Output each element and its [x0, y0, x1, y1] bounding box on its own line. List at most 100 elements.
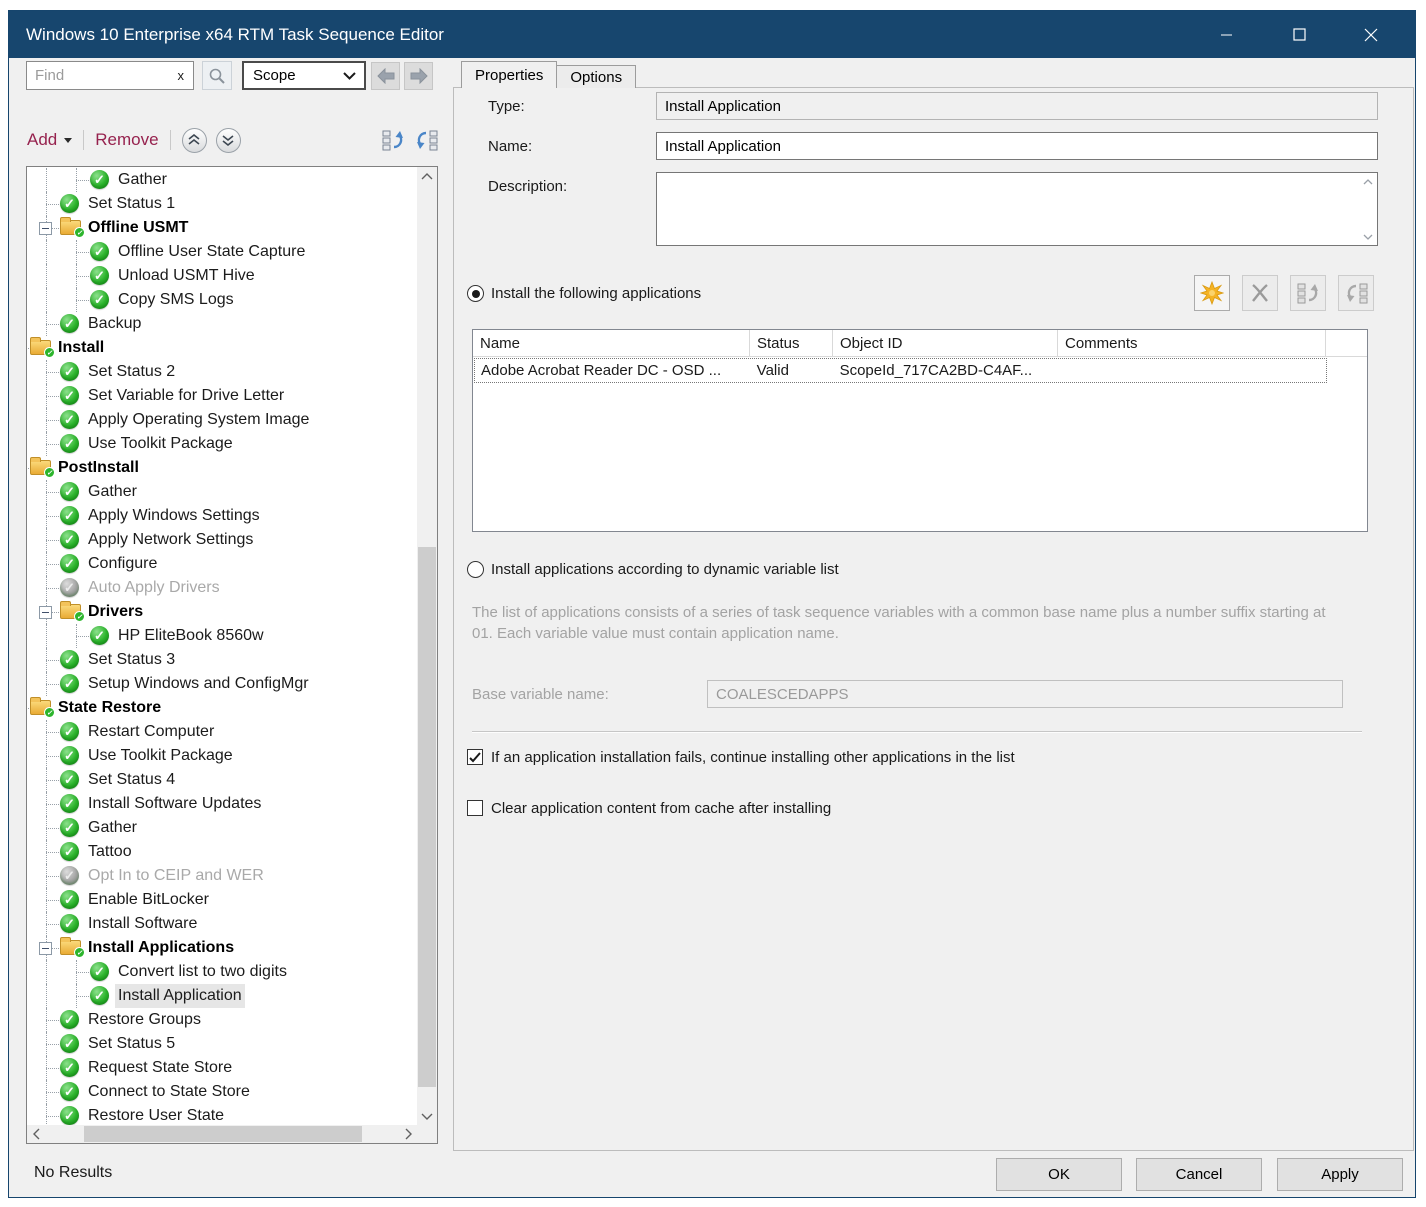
tree-guide-line: [46, 420, 59, 421]
minimize-button[interactable]: [1191, 11, 1263, 58]
tree-item[interactable]: Set Status 1: [27, 192, 417, 216]
tree-item[interactable]: Gather: [27, 480, 417, 504]
move-item-up-button[interactable]: [1290, 275, 1326, 311]
tree-item[interactable]: Opt In to CEIP and WER: [27, 864, 417, 888]
checkbox-clear-cache[interactable]: [467, 800, 483, 816]
tree-item[interactable]: Restore Groups: [27, 1008, 417, 1032]
tree-item[interactable]: Setup Windows and ConfigMgr: [27, 672, 417, 696]
description-field[interactable]: [656, 172, 1378, 246]
tree-item[interactable]: Use Toolkit Package: [27, 432, 417, 456]
tree-item[interactable]: Enable BitLocker: [27, 888, 417, 912]
table-column-header[interactable]: Name: [473, 330, 750, 356]
remove-button[interactable]: Remove: [95, 130, 158, 150]
tree-item[interactable]: Restore User State: [27, 1104, 417, 1125]
hscroll-thumb[interactable]: [84, 1126, 362, 1142]
tree-item[interactable]: Drivers: [27, 600, 417, 624]
tree-item[interactable]: Set Status 5: [27, 1032, 417, 1056]
application-row[interactable]: Adobe Acrobat Reader DC - OSD ...ValidSc…: [474, 358, 1327, 383]
maximize-button[interactable]: [1263, 11, 1335, 58]
step-check-icon: [60, 890, 79, 909]
tree-item[interactable]: Backup: [27, 312, 417, 336]
tree-item[interactable]: Auto Apply Drivers: [27, 576, 417, 600]
ok-button[interactable]: OK: [996, 1158, 1122, 1191]
tree-item[interactable]: Tattoo: [27, 840, 417, 864]
delete-application-button[interactable]: [1242, 275, 1278, 311]
move-up-icon[interactable]: [382, 129, 405, 151]
tree-item[interactable]: Set Status 4: [27, 768, 417, 792]
group-check-badge: [44, 347, 55, 358]
tree-item[interactable]: Restart Computer: [27, 720, 417, 744]
tree-item[interactable]: Gather: [27, 816, 417, 840]
applications-table[interactable]: NameStatusObject IDComments Adobe Acroba…: [472, 329, 1368, 532]
step-check-icon: [90, 986, 109, 1005]
tree-item[interactable]: Unload USMT Hive: [27, 264, 417, 288]
step-check-icon: [60, 722, 79, 741]
tree-guide-line: [46, 1104, 47, 1125]
tree-item[interactable]: Apply Windows Settings: [27, 504, 417, 528]
expand-all-button[interactable]: [216, 128, 241, 153]
tree-item[interactable]: Convert list to two digits: [27, 960, 417, 984]
tree-guide-line: [46, 204, 59, 205]
step-check-icon: [90, 290, 109, 309]
table-column-header[interactable]: Object ID: [833, 330, 1058, 356]
tree-item[interactable]: Install Software: [27, 912, 417, 936]
tree-expander-icon[interactable]: [39, 606, 52, 619]
radio-dynamic-list[interactable]: [467, 561, 484, 578]
tree-vertical-scrollbar[interactable]: [417, 167, 437, 1125]
tree-item[interactable]: Request State Store: [27, 1056, 417, 1080]
group-check-badge: [44, 467, 55, 478]
tab-options[interactable]: Options: [557, 65, 636, 88]
search-button[interactable]: [202, 61, 232, 90]
tree-item[interactable]: PostInstall: [27, 456, 417, 480]
tree-item[interactable]: Copy SMS Logs: [27, 288, 417, 312]
tree-item[interactable]: Set Status 2: [27, 360, 417, 384]
table-column-header[interactable]: Comments: [1058, 330, 1326, 356]
tab-properties[interactable]: Properties: [461, 61, 557, 88]
scroll-right-icon: [399, 1125, 417, 1143]
vscroll-thumb[interactable]: [418, 547, 436, 1087]
close-button[interactable]: [1335, 11, 1407, 58]
radio-install-following[interactable]: [467, 285, 484, 302]
tree-item-label: Apply Operating System Image: [85, 408, 312, 432]
move-item-down-button[interactable]: [1338, 275, 1374, 311]
tree-item[interactable]: Apply Operating System Image: [27, 408, 417, 432]
tree-item[interactable]: Configure: [27, 552, 417, 576]
tree-item[interactable]: Connect to State Store: [27, 1080, 417, 1104]
scope-dropdown[interactable]: Scope: [242, 61, 366, 90]
tree-item[interactable]: Gather: [27, 168, 417, 192]
collapse-all-button[interactable]: [182, 128, 207, 153]
add-application-button[interactable]: [1194, 275, 1230, 311]
tree-item[interactable]: Offline User State Capture: [27, 240, 417, 264]
cancel-button[interactable]: Cancel: [1136, 1158, 1262, 1191]
tree-item[interactable]: Install: [27, 336, 417, 360]
tree-guide-line: [46, 828, 59, 829]
add-button[interactable]: Add: [27, 130, 72, 150]
tree-item[interactable]: HP EliteBook 8560w: [27, 624, 417, 648]
name-field[interactable]: Install Application: [656, 132, 1378, 160]
forward-button[interactable]: [404, 62, 433, 90]
move-down-icon[interactable]: [415, 129, 438, 151]
tree-item[interactable]: Use Toolkit Package: [27, 744, 417, 768]
tree-item[interactable]: Install Software Updates: [27, 792, 417, 816]
tree-item[interactable]: Install Applications: [27, 936, 417, 960]
tree-horizontal-scrollbar[interactable]: [27, 1125, 417, 1143]
tree-item-label: Auto Apply Drivers: [85, 576, 223, 600]
tree-item[interactable]: Apply Network Settings: [27, 528, 417, 552]
tree-item-label: Set Status 1: [85, 192, 178, 216]
tree-item[interactable]: Offline USMT: [27, 216, 417, 240]
find-clear-icon[interactable]: x: [178, 68, 185, 83]
arrow-right-icon: [409, 68, 429, 84]
tree-item-label: State Restore: [55, 696, 164, 720]
tree-item[interactable]: Install Application: [27, 984, 417, 1008]
apply-button[interactable]: Apply: [1277, 1158, 1403, 1191]
tree-expander-icon[interactable]: [39, 222, 52, 235]
tree-expander-icon[interactable]: [39, 942, 52, 955]
table-column-header[interactable]: Status: [750, 330, 833, 356]
checkbox-continue-on-fail[interactable]: [467, 749, 483, 765]
back-button[interactable]: [371, 62, 400, 90]
find-input[interactable]: Find x: [26, 61, 194, 90]
tree-item[interactable]: State Restore: [27, 696, 417, 720]
tree-item[interactable]: Set Status 3: [27, 648, 417, 672]
tree-guide-line: [46, 564, 59, 565]
tree-item[interactable]: Set Variable for Drive Letter: [27, 384, 417, 408]
